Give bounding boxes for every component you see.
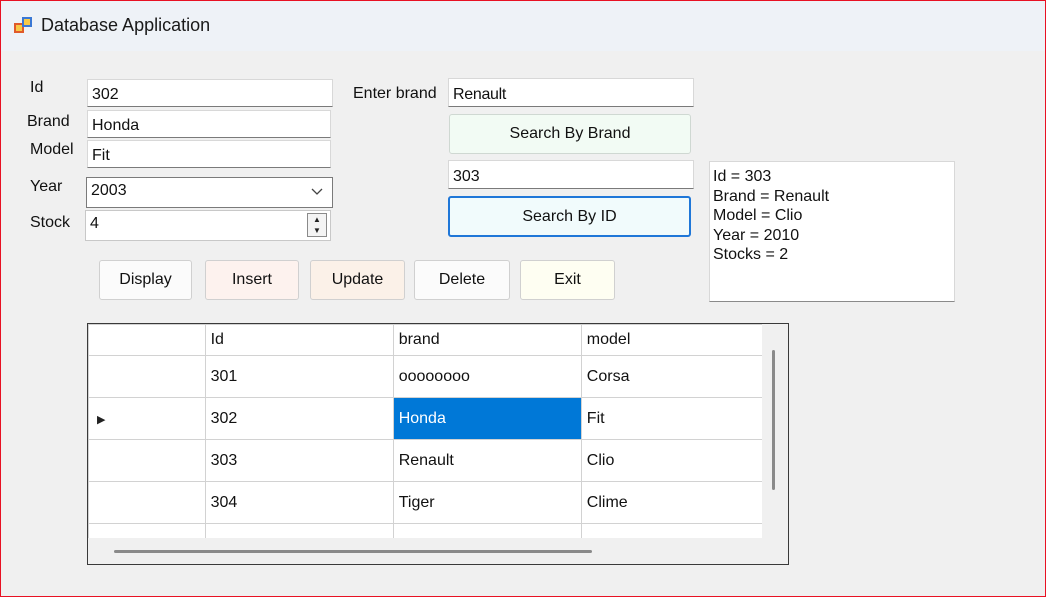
model-field[interactable]: [87, 140, 331, 168]
result-line: Stocks = 2: [713, 246, 789, 263]
current-row-indicator-icon: ▶: [97, 413, 106, 426]
selected-table-cell[interactable]: Honda: [392, 397, 582, 440]
table-row[interactable]: ▶ 302 Honda Fit 2003: [88, 397, 762, 440]
result-line: Id = 303: [713, 168, 772, 185]
window-title: Database Application: [41, 15, 211, 35]
row-header[interactable]: [88, 439, 206, 482]
stock-spin-buttons: ▲ ▼: [307, 213, 327, 237]
table-cell[interactable]: Fit: [580, 397, 762, 440]
year-selected-value: 2003: [91, 182, 127, 199]
column-header-row: Id brand model year: [88, 324, 762, 356]
row-header[interactable]: [88, 523, 206, 538]
table-cell[interactable]: Corsa: [580, 355, 762, 398]
column-header[interactable]: model: [580, 324, 762, 356]
brand-field[interactable]: [87, 110, 331, 138]
table-row[interactable]: 301 oooooooo Corsa 23333: [88, 355, 762, 398]
search-brand-input[interactable]: [448, 78, 694, 107]
app-window: Database Application Id Brand Model Year…: [0, 0, 1046, 597]
spin-up-icon[interactable]: ▲: [308, 214, 326, 225]
row-header-corner: [88, 324, 206, 356]
table-cell[interactable]: Tiger: [392, 481, 582, 524]
title-bar[interactable]: Database Application: [1, 1, 1045, 51]
new-row[interactable]: [88, 523, 762, 538]
table-cell[interactable]: Clio: [580, 439, 762, 482]
insert-button[interactable]: Insert: [205, 260, 299, 300]
column-header[interactable]: brand: [392, 324, 582, 356]
stock-value: 4: [90, 215, 99, 232]
table-cell[interactable]: 303: [204, 439, 394, 482]
spin-down-icon[interactable]: ▼: [308, 225, 326, 236]
horizontal-scrollbar[interactable]: [114, 550, 592, 553]
update-button[interactable]: Update: [310, 260, 405, 300]
table-cell[interactable]: [580, 523, 762, 538]
id-label: Id: [30, 79, 44, 96]
search-result-box[interactable]: Id = 303 Brand = Renault Model = Clio Ye…: [709, 161, 955, 302]
table-row[interactable]: 303 Renault Clio 2010: [88, 439, 762, 482]
data-grid-table: Id brand model year 301 oooooooo Corsa 2…: [88, 324, 762, 538]
result-line: Year = 2010: [713, 226, 800, 244]
vertical-scrollbar[interactable]: [772, 350, 775, 490]
row-header[interactable]: ▶: [88, 397, 206, 440]
search-id-input[interactable]: [448, 160, 694, 189]
table-cell[interactable]: [204, 523, 394, 538]
display-button[interactable]: Display: [99, 260, 192, 300]
result-line: Brand = Renault: [713, 187, 830, 205]
enter-brand-label: Enter brand: [353, 85, 437, 102]
year-label: Year: [30, 178, 63, 195]
row-header[interactable]: [88, 481, 206, 524]
exit-button[interactable]: Exit: [520, 260, 615, 300]
table-cell[interactable]: 302: [204, 397, 394, 440]
search-by-brand-button[interactable]: Search By Brand: [449, 114, 691, 154]
stock-label: Stock: [30, 214, 71, 231]
table-cell[interactable]: Clime: [580, 481, 762, 524]
brand-label: Brand: [27, 113, 70, 130]
id-field[interactable]: [87, 79, 333, 107]
search-by-id-button[interactable]: Search By ID: [448, 196, 691, 237]
chevron-down-icon[interactable]: [310, 184, 324, 198]
table-cell[interactable]: Renault: [392, 439, 582, 482]
model-label: Model: [30, 141, 74, 158]
table-cell[interactable]: oooooooo: [392, 355, 582, 398]
table-cell[interactable]: [392, 523, 582, 538]
table-cell[interactable]: 304: [204, 481, 394, 524]
year-combobox[interactable]: 2003: [86, 177, 333, 208]
table-cell[interactable]: 301: [204, 355, 394, 398]
column-header[interactable]: Id: [204, 324, 394, 356]
stock-numeric-updown[interactable]: 4 ▲ ▼: [85, 210, 331, 241]
table-row[interactable]: 304 Tiger Clime 2020: [88, 481, 762, 524]
data-grid[interactable]: Id brand model year 301 oooooooo Corsa 2…: [87, 323, 789, 565]
delete-button[interactable]: Delete: [414, 260, 510, 300]
row-header[interactable]: [88, 355, 206, 398]
app-window-icon: [14, 17, 32, 33]
data-grid-viewport: Id brand model year 301 oooooooo Corsa 2…: [88, 324, 762, 538]
result-line: Model = Clio: [713, 207, 803, 224]
